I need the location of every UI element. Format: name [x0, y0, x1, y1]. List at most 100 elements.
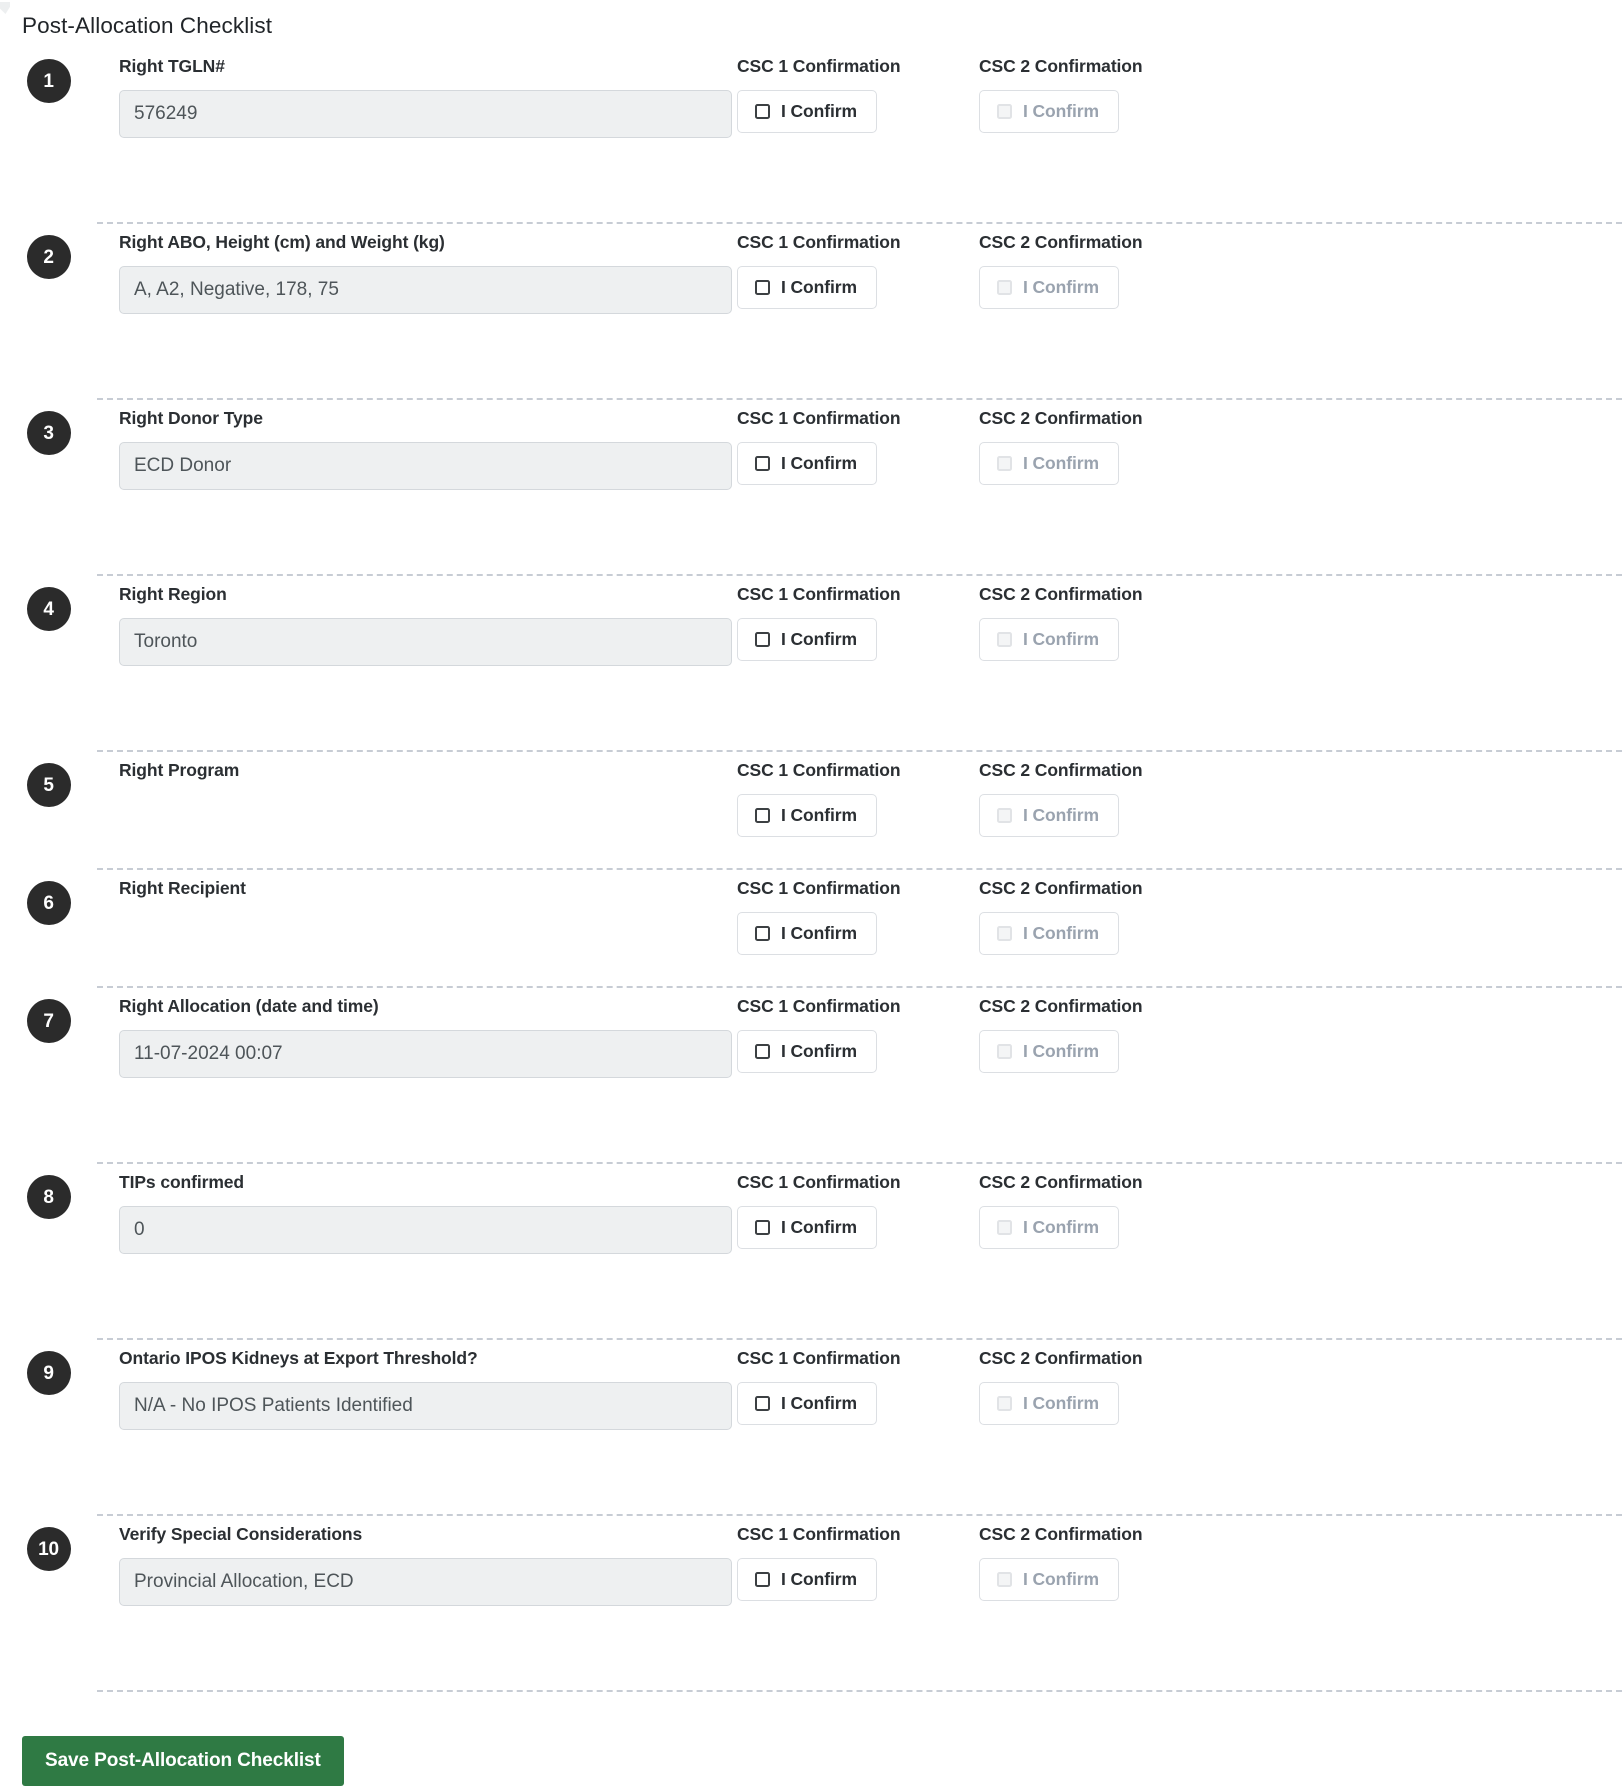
checklist-row: 8 TIPs confirmed 0 CSC 1 Confirmation I Conf… — [0, 1162, 1622, 1338]
field-label: Right Region — [119, 584, 227, 605]
field-label: Right ABO, Height (cm) and Weight (kg) — [119, 232, 445, 253]
confirm-checkbox-label: I Confirm — [781, 628, 857, 649]
field-value-input[interactable]: N/A - No IPOS Patients Identified — [119, 1382, 732, 1431]
field-value-input[interactable]: Toronto — [119, 618, 732, 667]
field-column: Ontario IPOS Kidneys at Export Threshold… — [97, 1338, 737, 1431]
field-label: Right Donor Type — [119, 408, 263, 429]
field-value-input[interactable]: 0 — [119, 1206, 732, 1255]
checkbox-icon[interactable] — [755, 1044, 770, 1060]
checkbox-icon — [997, 1572, 1012, 1588]
checkbox-icon — [997, 456, 1012, 472]
csc1-confirmation-column: CSC 1 Confirmation I Confirm — [737, 986, 979, 1074]
badge-column: 8 — [0, 1162, 97, 1220]
csc1-confirm-checkbox[interactable]: I Confirm — [737, 1206, 877, 1250]
badge-column: 2 — [0, 222, 97, 280]
badge-column: 6 — [0, 868, 97, 926]
field-column: Right Allocation (date and time) 11-07-20… — [97, 986, 737, 1079]
csc2-confirmation-header: CSC 2 Confirmation — [979, 1348, 1143, 1369]
confirm-checkbox-label: I Confirm — [781, 100, 857, 121]
csc1-confirmation-header: CSC 1 Confirmation — [737, 584, 901, 605]
csc1-confirmation-column: CSC 1 Confirmation I Confirm — [737, 574, 979, 662]
checklist-row: 10 Verify Special Considerations Provincia… — [0, 1514, 1622, 1690]
confirm-checkbox-label: I Confirm — [1023, 1568, 1099, 1589]
confirm-checkbox-label: I Confirm — [781, 804, 857, 825]
csc1-confirmation-header: CSC 1 Confirmation — [737, 1524, 901, 1545]
csc1-confirmation-column: CSC 1 Confirmation I Confirm — [737, 398, 979, 486]
csc1-confirmation-header: CSC 1 Confirmation — [737, 1348, 901, 1369]
step-number-badge: 7 — [26, 999, 71, 1044]
checkbox-icon[interactable] — [755, 632, 770, 648]
checkbox-icon[interactable] — [755, 280, 770, 296]
csc1-confirmation-column: CSC 1 Confirmation I Confirm — [737, 1162, 979, 1250]
csc1-confirmation-header: CSC 1 Confirmation — [737, 232, 901, 253]
csc2-confirmation-header: CSC 2 Confirmation — [979, 232, 1143, 253]
save-post-allocation-checklist-button[interactable]: Save Post-Allocation Checklist — [22, 1736, 344, 1786]
csc2-confirm-checkbox: I Confirm — [979, 1558, 1119, 1602]
field-value-input[interactable]: 11-07-2024 00:07 — [119, 1030, 732, 1079]
checkbox-icon — [997, 632, 1012, 648]
footer: Save Post-Allocation Checklist — [0, 1692, 1622, 1786]
csc2-confirm-checkbox: I Confirm — [979, 912, 1119, 956]
csc1-confirm-checkbox[interactable]: I Confirm — [737, 618, 877, 662]
csc1-confirmation-header: CSC 1 Confirmation — [737, 996, 901, 1017]
csc1-confirmation-header: CSC 1 Confirmation — [737, 408, 901, 429]
step-number-badge: 10 — [26, 1527, 71, 1572]
checkbox-icon — [997, 104, 1012, 120]
field-column: Right Recipient — [97, 868, 737, 912]
csc2-confirmation-column: CSC 2 Confirmation I Confirm — [979, 398, 1239, 486]
confirm-checkbox-label: I Confirm — [1023, 922, 1099, 943]
checkbox-icon[interactable] — [755, 1220, 770, 1236]
confirm-checkbox-label: I Confirm — [1023, 1040, 1099, 1061]
checkbox-icon[interactable] — [755, 456, 770, 472]
checklist-row: 7 Right Allocation (date and time) 11-07-2… — [0, 986, 1622, 1162]
csc1-confirm-checkbox[interactable]: I Confirm — [737, 1382, 877, 1426]
csc1-confirm-checkbox[interactable]: I Confirm — [737, 1030, 877, 1074]
checklist-row: 4 Right Region Toronto CSC 1 Confirmation I … — [0, 574, 1622, 750]
csc2-confirmation-column: CSC 2 Confirmation I Confirm — [979, 574, 1239, 662]
field-value-input[interactable]: A, A2, Negative, 178, 75 — [119, 266, 732, 315]
confirm-checkbox-label: I Confirm — [1023, 452, 1099, 473]
step-number-badge: 6 — [26, 881, 71, 926]
field-value-input[interactable]: ECD Donor — [119, 442, 732, 491]
csc2-confirmation-column: CSC 2 Confirmation I Confirm — [979, 1514, 1239, 1602]
field-column: Right Region Toronto — [97, 574, 737, 667]
checkbox-icon — [997, 926, 1012, 942]
field-value-input[interactable]: Provincial Allocation, ECD — [119, 1558, 732, 1607]
checklist-row: 5 Right Program CSC 1 Confirmation I Confir… — [0, 750, 1622, 868]
confirm-checkbox-label: I Confirm — [1023, 1392, 1099, 1413]
checkbox-icon[interactable] — [755, 1572, 770, 1588]
field-column: TIPs confirmed 0 — [97, 1162, 737, 1255]
field-value-input[interactable]: 576249 — [119, 90, 732, 139]
field-column: Right TGLN# 576249 — [97, 46, 737, 139]
checklist-row: 2 Right ABO, Height (cm) and Weight (kg) A… — [0, 222, 1622, 398]
csc1-confirmation-column: CSC 1 Confirmation I Confirm — [737, 868, 979, 956]
csc2-confirmation-header: CSC 2 Confirmation — [979, 584, 1143, 605]
csc2-confirmation-column: CSC 2 Confirmation I Confirm — [979, 986, 1239, 1074]
field-label: Ontario IPOS Kidneys at Export Threshold… — [119, 1348, 478, 1369]
field-label: Right TGLN# — [119, 56, 225, 77]
checkbox-icon[interactable] — [755, 926, 770, 942]
csc2-confirmation-column: CSC 2 Confirmation I Confirm — [979, 1162, 1239, 1250]
step-number-badge: 5 — [26, 763, 71, 808]
checkbox-icon — [997, 808, 1012, 824]
csc1-confirm-checkbox[interactable]: I Confirm — [737, 266, 877, 310]
checkbox-icon[interactable] — [755, 1396, 770, 1412]
confirm-checkbox-label: I Confirm — [781, 1392, 857, 1413]
checklist-row: 6 Right Recipient CSC 1 Confirmation I Conf… — [0, 868, 1622, 986]
checkbox-icon[interactable] — [755, 104, 770, 120]
confirm-checkbox-label: I Confirm — [1023, 1216, 1099, 1237]
post-allocation-checklist-page: Post-Allocation Checklist 1 Right TGLN# 57… — [0, 0, 1622, 1786]
badge-column: 1 — [0, 46, 97, 104]
field-label: Right Program — [119, 760, 240, 781]
csc1-confirm-checkbox[interactable]: I Confirm — [737, 794, 877, 838]
checkbox-icon[interactable] — [755, 808, 770, 824]
csc1-confirm-checkbox[interactable]: I Confirm — [737, 442, 877, 486]
csc1-confirm-checkbox[interactable]: I Confirm — [737, 1558, 877, 1602]
csc2-confirmation-header: CSC 2 Confirmation — [979, 56, 1143, 77]
field-column: Right Donor Type ECD Donor — [97, 398, 737, 491]
csc2-confirmation-header: CSC 2 Confirmation — [979, 1524, 1143, 1545]
csc1-confirm-checkbox[interactable]: I Confirm — [737, 90, 877, 134]
csc1-confirmation-header: CSC 1 Confirmation — [737, 56, 901, 77]
confirm-checkbox-label: I Confirm — [781, 1040, 857, 1061]
csc1-confirm-checkbox[interactable]: I Confirm — [737, 912, 877, 956]
